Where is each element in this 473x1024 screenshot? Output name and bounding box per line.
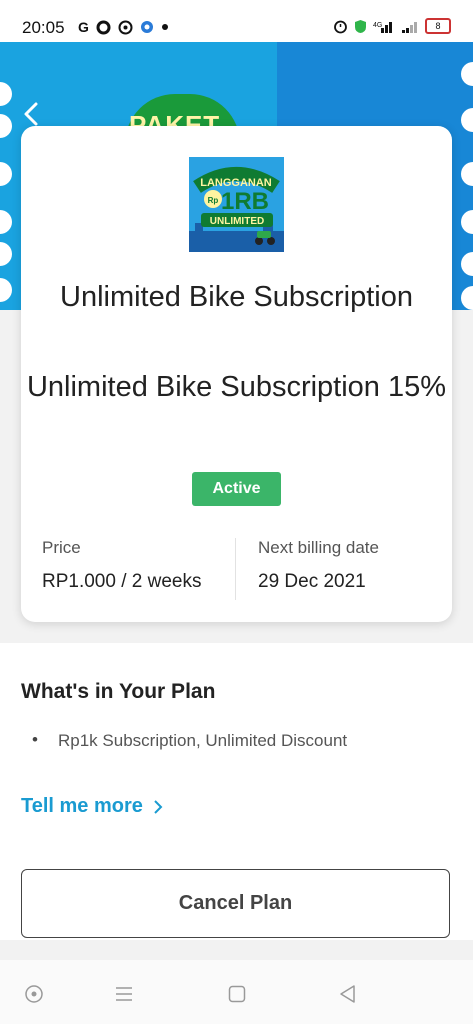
back-arrow-icon[interactable] [18,100,46,128]
ticket-notch [0,114,12,138]
ticket-notch [0,162,12,186]
location-icon [140,21,153,33]
bullet-dot: • [32,730,38,749]
plan-image-line2: UNLIMITED [210,216,264,227]
plan-subtitle: Unlimited Bike Subscription 15% [26,371,447,403]
system-nav-bar [0,960,473,1024]
signal-4g-icon: 4G [373,21,392,33]
billing-block: Next billing date 29 Dec 2021 [258,538,379,593]
battery-icon: 8 [425,18,451,34]
notification-icons: G [78,19,169,35]
info-divider [235,538,236,600]
subscription-card: LANGGANAN Rp 1RB UNLIMITED Unlimited Bik… [21,126,452,622]
google-icon: G [78,19,89,35]
price-block: Price RP1.000 / 2 weeks [42,538,201,593]
dot-icon [161,24,168,30]
billing-value: 29 Dec 2021 [258,571,366,592]
status-bar: 20:05 G 4G 8 [0,0,473,42]
system-icons: 4G 8 [333,18,451,34]
home-icon[interactable] [227,984,247,1004]
price-label: Price [42,538,81,557]
ticket-notch [0,278,12,302]
plan-item: Rp1k Subscription, Unlimited Discount [58,731,348,750]
assistant-icon[interactable] [24,984,44,1004]
signal-icon [402,21,417,33]
tell-me-more-link[interactable]: Tell me more [21,795,163,818]
ticket-notch [0,242,12,266]
tell-me-more-label: Tell me more [21,795,143,817]
shield-icon [355,19,366,33]
status-badge: Active [192,472,281,506]
plan-section-title: What's in Your Plan [21,680,216,703]
ticket-notch [0,82,12,106]
whatsapp-icon [118,20,133,34]
ticket-notch [0,210,12,234]
svg-text:4G: 4G [373,22,382,29]
chevron-right-icon [154,799,163,814]
billing-label: Next billing date [258,538,379,557]
plan-logo: LANGGANAN Rp 1RB UNLIMITED [189,157,284,252]
plan-image-badge: Rp [208,196,219,205]
plan-image-big: 1RB [221,188,269,215]
back-icon[interactable] [338,984,358,1004]
plan-title: Unlimited Bike Subscription [60,281,413,313]
cancel-plan-button[interactable]: Cancel Plan [21,869,450,938]
status-time: 20:05 [22,18,65,37]
alarm-icon [334,20,347,33]
menu-icon[interactable] [114,984,134,1004]
circle-app-icon [96,20,111,34]
bottom-divider [0,940,473,960]
plan-image: LANGGANAN Rp 1RB UNLIMITED [189,157,284,252]
price-value: RP1.000 / 2 weeks [42,571,202,592]
